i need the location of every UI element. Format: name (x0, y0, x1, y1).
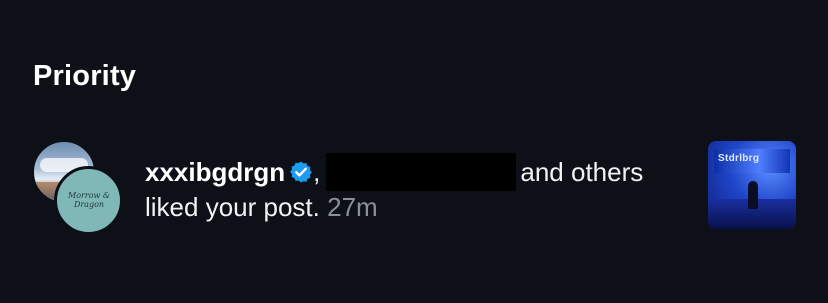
redacted-username (326, 153, 517, 191)
notification-row[interactable]: Morrow & Dragon xxxibgdrgn , and others li… (0, 138, 828, 238)
notification-text: xxxibgdrgn , and others liked your post. 2… (145, 153, 685, 224)
section-title: Priority (33, 60, 137, 92)
thumbnail-text: Stdrlbrg (718, 153, 760, 164)
thumbnail-figure-decor (748, 181, 758, 209)
action-text: liked your post. (145, 192, 320, 222)
separator-comma: , (313, 157, 321, 187)
avatar-stack[interactable]: Morrow & Dragon (32, 140, 123, 235)
verified-badge-icon (290, 161, 313, 183)
avatar-signature: Morrow & Dragon (68, 191, 110, 209)
notifications-screen: Priority Morrow & Dragon xxxibgdrgn , and… (0, 0, 828, 303)
post-thumbnail[interactable]: Stdrlbrg (708, 141, 796, 229)
timestamp: 27m (327, 192, 378, 222)
username-link[interactable]: xxxibgdrgn (145, 157, 285, 187)
avatar-primary[interactable]: Morrow & Dragon (54, 166, 123, 235)
others-text: and others (520, 157, 644, 187)
